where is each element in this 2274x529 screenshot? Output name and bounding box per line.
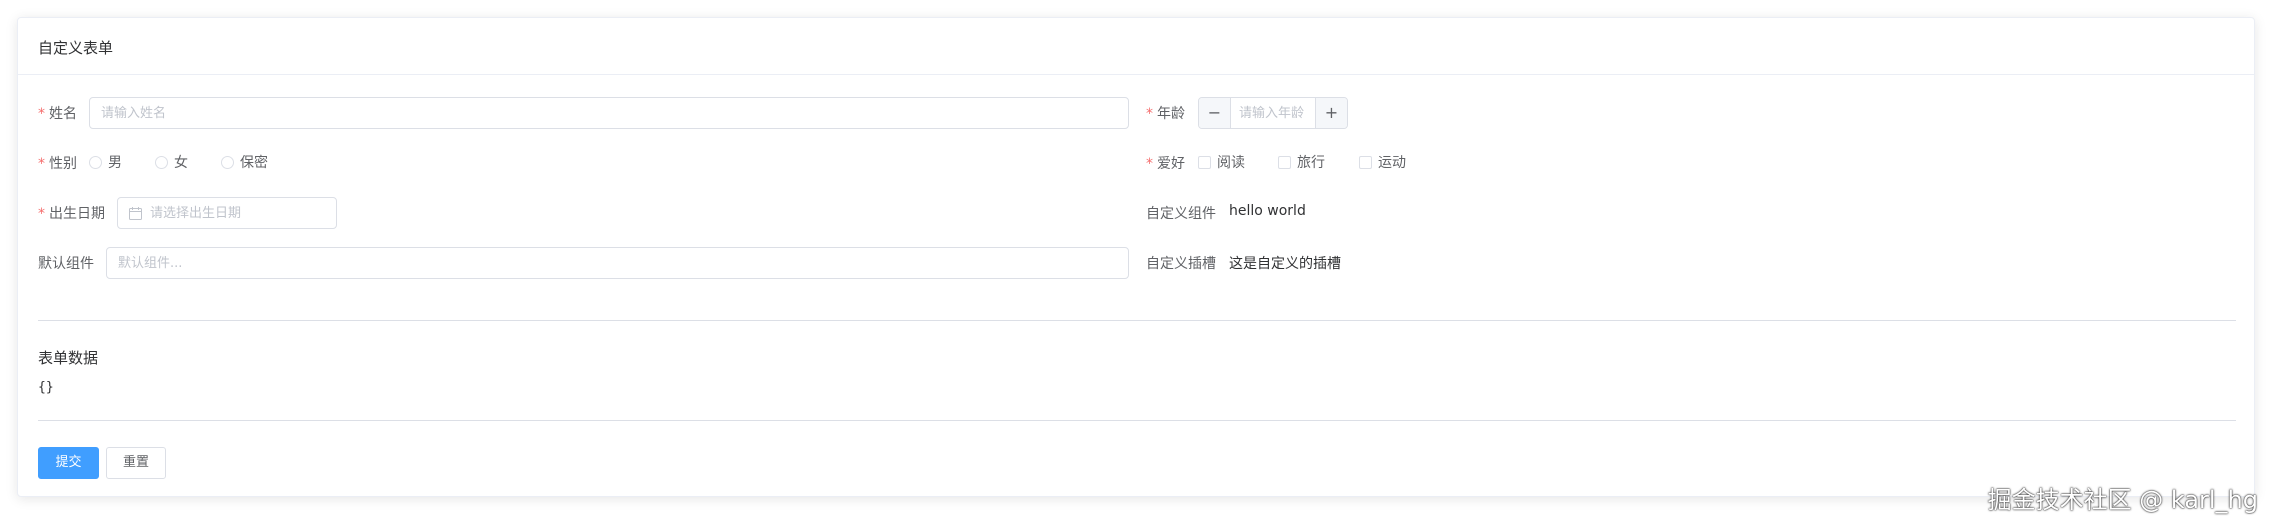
birthday-picker[interactable] — [117, 197, 337, 229]
card-title: 自定义表单 — [38, 39, 114, 57]
custom-slot-value: 这是自定义的插槽 — [1229, 256, 1341, 272]
required-mark: * — [1146, 106, 1153, 122]
form-data-value: {} — [38, 380, 54, 395]
default-component-wrapper — [106, 247, 1129, 279]
divider — [38, 420, 2236, 421]
hobby-label: * 爱好 — [1146, 156, 1185, 172]
required-mark: * — [38, 156, 45, 172]
name-input[interactable] — [90, 98, 1128, 128]
calendar-icon — [129, 207, 142, 224]
birthday-label: * 出生日期 — [38, 206, 105, 222]
divider — [38, 320, 2236, 321]
name-input-wrapper — [89, 97, 1129, 129]
form-card: 自定义表单 *姓名 *年龄 − + *性别 男 女 保密 *爱好 阅读 旅行 运… — [17, 17, 2255, 497]
default-component-label: 默认组件 — [38, 256, 94, 272]
default-component-input[interactable] — [107, 248, 1128, 278]
age-decrease-button[interactable]: − — [1199, 98, 1231, 128]
hobby-checkbox-group: 阅读 旅行 运动 — [1198, 152, 1438, 172]
watermark: 掘金技术社区 @ karl_hg — [1987, 486, 2258, 514]
age-stepper: − + — [1198, 97, 1348, 129]
age-increase-button[interactable]: + — [1315, 98, 1347, 128]
checkbox-icon — [1278, 155, 1291, 169]
birthday-input[interactable] — [118, 198, 336, 228]
gender-radio-secret[interactable]: 保密 — [221, 152, 268, 172]
gender-radio-male[interactable]: 男 — [89, 152, 122, 172]
radio-circle-icon — [155, 155, 168, 169]
custom-component-label: 自定义组件 — [1146, 206, 1216, 222]
submit-button[interactable]: 提交 — [38, 447, 99, 479]
gender-label: * 性别 — [38, 156, 77, 172]
gender-radio-female[interactable]: 女 — [155, 152, 188, 172]
name-label: * 姓名 — [38, 106, 77, 122]
required-mark: * — [1146, 156, 1153, 172]
hobby-checkbox-travel[interactable]: 旅行 — [1278, 152, 1325, 172]
reset-button[interactable]: 重置 — [106, 447, 166, 479]
age-label: * 年龄 — [1146, 106, 1185, 122]
hobby-checkbox-reading[interactable]: 阅读 — [1198, 152, 1245, 172]
card-header: 自定义表单 — [18, 18, 2254, 75]
custom-component-value: hello world — [1229, 203, 1306, 219]
checkbox-icon — [1198, 155, 1211, 169]
custom-slot-label: 自定义插槽 — [1146, 256, 1216, 272]
radio-circle-icon — [221, 155, 234, 169]
required-mark: * — [38, 206, 45, 222]
radio-circle-icon — [89, 155, 102, 169]
required-mark: * — [38, 106, 45, 122]
gender-radio-group: 男 女 保密 — [89, 152, 349, 172]
age-input[interactable] — [1231, 98, 1315, 128]
form-data-title: 表单数据 — [38, 349, 99, 367]
checkbox-icon — [1359, 155, 1372, 169]
hobby-checkbox-sports[interactable]: 运动 — [1359, 152, 1406, 172]
